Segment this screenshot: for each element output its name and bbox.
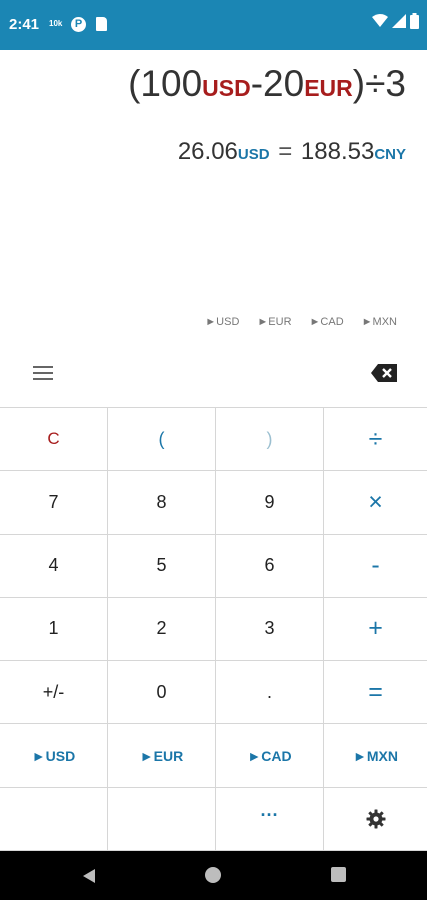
digit-1-button[interactable]: 1: [0, 597, 108, 662]
expression-display: (100USD-20EUR)÷3: [128, 62, 406, 110]
wifi-icon: [372, 14, 388, 27]
digit-5-button[interactable]: 5: [108, 534, 216, 598]
open-paren-button[interactable]: (: [108, 408, 216, 472]
sign-toggle-button[interactable]: +/-: [0, 661, 108, 725]
navigation-bar: [0, 851, 427, 900]
multiply-button[interactable]: ×: [324, 471, 427, 535]
back-icon[interactable]: [82, 868, 96, 884]
decimal-button[interactable]: .: [216, 661, 324, 725]
empty-key: [0, 787, 108, 851]
digit-0-button[interactable]: 0: [108, 661, 216, 725]
expression-part: )÷3: [352, 63, 406, 104]
p-badge-icon: P: [71, 17, 86, 32]
expression-currency: EUR: [304, 75, 353, 101]
digit-9-button[interactable]: 9: [216, 471, 324, 535]
status-icons: [372, 13, 419, 29]
quick-currency-eur[interactable]: ►EUR: [257, 316, 291, 328]
currency-eur-button[interactable]: ►EUR: [108, 724, 216, 788]
result-converted: 188.53: [300, 138, 375, 165]
recents-icon[interactable]: [331, 867, 346, 882]
keypad: C ( ) ÷ 7 8 9 × 4 5 6 - 1 2 3 + +/- 0 . …: [0, 407, 427, 851]
plus-button[interactable]: +: [324, 597, 427, 662]
status-time: 2:41: [9, 16, 40, 33]
status-data-indicator: 10k: [49, 19, 63, 28]
status-bar: 2:41 10k P: [0, 0, 427, 50]
home-icon[interactable]: [205, 867, 221, 883]
digit-4-button[interactable]: 4: [0, 534, 108, 598]
quick-currency-usd[interactable]: ►USD: [205, 316, 239, 328]
currency-usd-button[interactable]: ►USD: [0, 724, 108, 788]
equals-button[interactable]: =: [324, 661, 427, 725]
more-button[interactable]: ···: [216, 787, 324, 851]
empty-key: [108, 787, 216, 851]
expression-currency: USD: [202, 75, 251, 101]
result-display: 26.06USD = 188.53CNY: [178, 137, 406, 170]
digit-7-button[interactable]: 7: [0, 471, 108, 535]
divide-button[interactable]: ÷: [324, 408, 427, 472]
result-to-currency: CNY: [374, 146, 406, 163]
quick-currency-cad[interactable]: ►CAD: [310, 316, 344, 328]
signal-icon: [392, 14, 406, 28]
minus-button[interactable]: -: [324, 534, 427, 598]
expression-part: (100: [128, 63, 203, 104]
quick-currency-mxn[interactable]: ►MXN: [362, 316, 397, 328]
result-value: 26.06: [177, 138, 238, 165]
digit-6-button[interactable]: 6: [216, 534, 324, 598]
digit-3-button[interactable]: 3: [216, 597, 324, 662]
clear-button[interactable]: C: [0, 408, 108, 472]
gear-icon: [366, 809, 385, 829]
currency-mxn-button[interactable]: ►MXN: [324, 724, 427, 788]
result-equals: =: [278, 138, 293, 165]
close-paren-button[interactable]: ): [216, 408, 324, 472]
battery-icon: [410, 13, 419, 29]
quick-currency-row: ►USD ►EUR ►CAD ►MXN: [205, 316, 397, 328]
sd-card-icon: [96, 17, 107, 31]
digit-8-button[interactable]: 8: [108, 471, 216, 535]
expression-part: -20: [250, 63, 305, 104]
settings-button[interactable]: [324, 787, 427, 851]
result-from-currency: USD: [237, 146, 270, 163]
digit-2-button[interactable]: 2: [108, 597, 216, 662]
hamburger-menu-icon[interactable]: [33, 364, 55, 382]
backspace-icon[interactable]: [371, 363, 398, 383]
currency-cad-button[interactable]: ►CAD: [216, 724, 324, 788]
